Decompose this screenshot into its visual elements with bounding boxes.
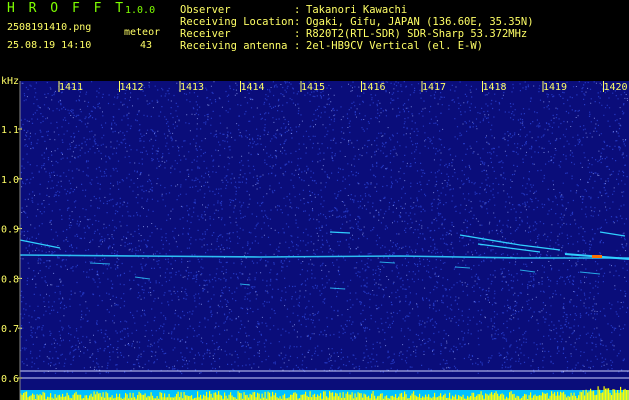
y-tick-label: 1.1 [1, 125, 19, 136]
info-separator: : [294, 40, 301, 52]
y-unit-label: kHz [1, 76, 19, 87]
info-value-antenna: 2el-HB9CV Vertical (el. E-W) [306, 40, 484, 52]
info-label-antenna: Receiving antenna [180, 40, 288, 52]
time-tick-label: 1412 [119, 82, 143, 93]
datetime: 25.08.19 14:10 [7, 40, 92, 51]
meteor-count: 43 [140, 40, 153, 51]
info-label-receiver: Receiver [180, 28, 231, 40]
time-tick-label: 1418 [482, 82, 506, 93]
time-tick-label: 1416 [361, 82, 385, 93]
info-value-receiver: R820T2(RTL-SDR) SDR-Sharp 53.372MHz [306, 28, 528, 40]
time-tick-label: 1419 [543, 82, 567, 93]
time-tick-label: 1415 [301, 82, 325, 93]
file-name: 2508191410.png [7, 22, 92, 33]
info-separator: : [294, 28, 301, 40]
y-tick-label: 0.9 [1, 225, 19, 236]
info-separator: : [294, 16, 301, 28]
time-tick-label: 1413 [180, 82, 204, 93]
time-tick-label: 1411 [59, 82, 83, 93]
info-value-location: Ogaki, Gifu, JAPAN (136.60E, 35.35N) [306, 16, 534, 28]
y-tick-label: 1.0 [1, 175, 19, 186]
info-label-location: Receiving Location [180, 16, 294, 28]
info-label-observer: Observer [180, 4, 231, 16]
y-tick-label: 0.7 [1, 324, 19, 335]
app-name: H R O F F T [7, 1, 127, 16]
time-tick-label: 1417 [422, 82, 446, 93]
y-tick-label: 0.6 [1, 374, 19, 385]
info-separator: : [294, 4, 301, 16]
spectrogram: kHz 1.1 1.0 0.9 0.8 0.7 0.6 1411 1412 1413 1414 141… [1, 76, 629, 400]
app-version: 1.0.0 [125, 5, 156, 16]
time-tick-label: 1414 [240, 82, 264, 93]
time-tick-label: 1420 [603, 82, 627, 93]
info-value-observer: Takanori Kawachi [306, 4, 408, 16]
meteor-label: meteor [124, 27, 161, 38]
y-tick-label: 0.8 [1, 274, 19, 285]
